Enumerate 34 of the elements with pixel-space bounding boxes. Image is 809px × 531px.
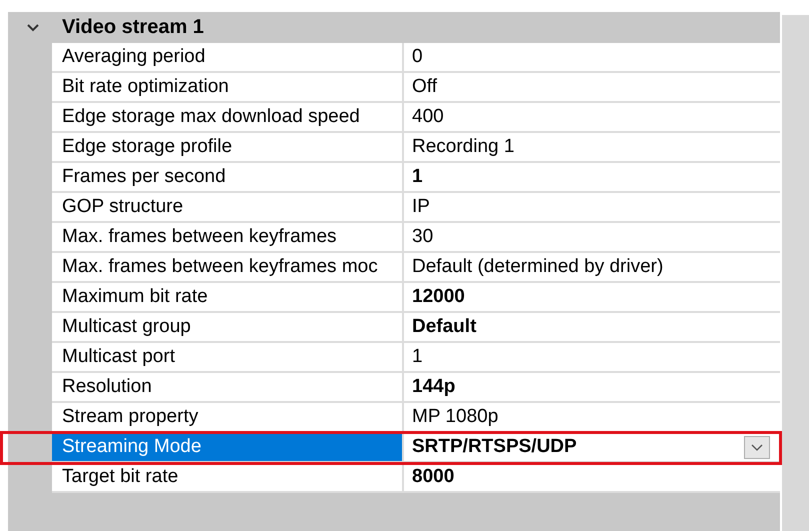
property-name[interactable]: Streaming Mode bbox=[52, 433, 404, 463]
property-name[interactable]: Bit rate optimization bbox=[52, 73, 404, 103]
property-name[interactable]: Multicast group bbox=[52, 313, 404, 343]
property-name[interactable]: Max. frames between keyframes moc bbox=[52, 253, 404, 283]
property-name[interactable]: Edge storage profile bbox=[52, 133, 404, 163]
property-value[interactable]: Default bbox=[404, 313, 780, 343]
property-value[interactable]: 400 bbox=[404, 103, 780, 133]
property-value[interactable]: MP 1080p bbox=[404, 403, 780, 433]
property-value[interactable]: Recording 1 bbox=[404, 133, 780, 163]
property-value[interactable]: 30 bbox=[404, 223, 780, 253]
property-value[interactable]: 8000 bbox=[404, 463, 780, 493]
property-value[interactable]: 0 bbox=[404, 43, 780, 73]
property-value[interactable]: 144p bbox=[404, 373, 780, 403]
property-name[interactable]: Resolution bbox=[52, 373, 404, 403]
property-name[interactable]: GOP structure bbox=[52, 193, 404, 223]
property-name[interactable]: Edge storage max download speed bbox=[52, 103, 404, 133]
property-value[interactable]: SRTP/RTSPS/UDP bbox=[404, 433, 780, 463]
chevron-icon[interactable] bbox=[26, 22, 40, 32]
property-name[interactable]: Frames per second bbox=[52, 163, 404, 193]
property-name[interactable]: Target bit rate bbox=[52, 463, 404, 493]
property-name[interactable]: Maximum bit rate bbox=[52, 283, 404, 313]
property-name[interactable]: Max. frames between keyframes bbox=[52, 223, 404, 253]
category-title: Video stream 1 bbox=[62, 16, 204, 39]
property-value[interactable]: 12000 bbox=[404, 283, 780, 313]
property-name[interactable]: Averaging period bbox=[52, 43, 404, 73]
property-value[interactable]: 1 bbox=[404, 163, 780, 193]
property-value[interactable]: Default (determined by driver) bbox=[404, 253, 780, 283]
property-name[interactable]: Multicast port bbox=[52, 343, 404, 373]
property-value[interactable]: 1 bbox=[404, 343, 780, 373]
property-name[interactable]: Stream property bbox=[52, 403, 404, 433]
property-value[interactable]: Off bbox=[404, 73, 780, 103]
caret-icon bbox=[751, 444, 763, 452]
property-value[interactable]: IP bbox=[404, 193, 780, 223]
dropdown-button[interactable] bbox=[744, 436, 770, 459]
